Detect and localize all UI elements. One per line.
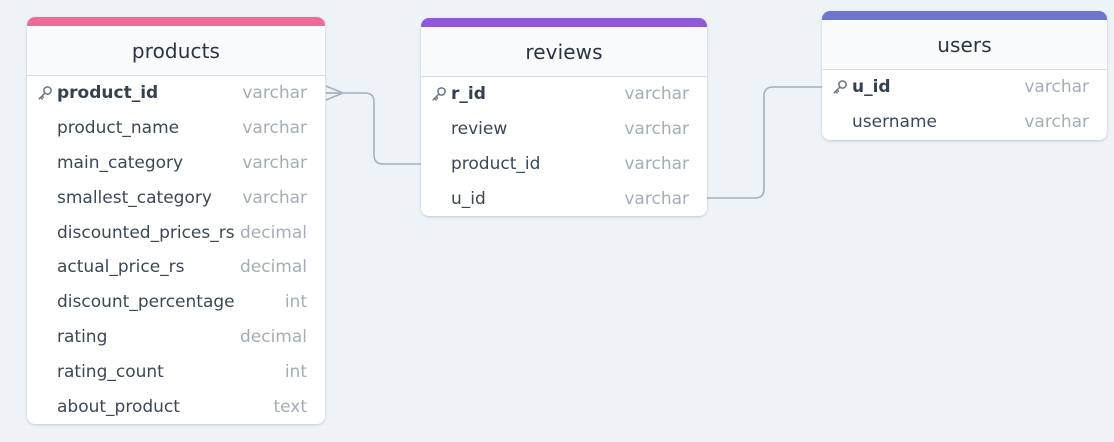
field-row-u-id[interactable]: u_id varchar <box>421 181 707 216</box>
field-row-discounted-prices-rs[interactable]: discounted_prices_rs decimal <box>27 215 325 250</box>
field-name: r_id <box>451 84 486 105</box>
field-name: product_id <box>451 153 541 174</box>
field-row-actual-price-rs[interactable]: actual_price_rs decimal <box>27 250 325 285</box>
field-type: varchar <box>1024 77 1089 98</box>
field-type: int <box>284 292 307 313</box>
diagram-canvas: products product_id varchar product_name va… <box>0 0 1114 442</box>
field-name: u_id <box>852 77 891 98</box>
field-row-product-name[interactable]: product_name varchar <box>27 111 325 146</box>
field-row-r-id[interactable]: r_id varchar <box>421 77 707 112</box>
table-title[interactable]: products <box>27 26 325 76</box>
field-name: rating <box>57 326 108 347</box>
field-name: username <box>852 112 937 133</box>
field-type: varchar <box>1024 112 1089 133</box>
table-title[interactable]: reviews <box>421 27 707 77</box>
table-products[interactable]: products product_id varchar product_name va… <box>27 17 325 424</box>
table-title[interactable]: users <box>822 20 1107 70</box>
field-type: varchar <box>242 152 307 173</box>
field-row-rating-count[interactable]: rating_count int <box>27 354 325 389</box>
primary-key-icon <box>37 85 53 101</box>
field-row-username[interactable]: username varchar <box>822 105 1107 140</box>
relationship-line-reviews-products[interactable] <box>326 92 421 165</box>
field-name: actual_price_rs <box>57 257 185 278</box>
field-type: varchar <box>242 83 307 104</box>
field-row-rating[interactable]: rating decimal <box>27 320 325 355</box>
field-type: decimal <box>239 222 307 243</box>
field-type: varchar <box>624 153 689 174</box>
field-row-product-id[interactable]: product_id varchar <box>421 147 707 182</box>
field-list: u_id varchar username varchar <box>822 70 1107 140</box>
field-type: decimal <box>239 326 307 347</box>
field-type: varchar <box>242 118 307 139</box>
field-name: discount_percentage <box>57 292 235 313</box>
field-type: decimal <box>239 257 307 278</box>
field-list: r_id varchar review varchar product_id varcha… <box>421 77 707 216</box>
table-accent-bar <box>421 18 707 27</box>
field-name: main_category <box>57 152 184 173</box>
field-type: varchar <box>242 187 307 208</box>
field-name: smallest_category <box>57 187 212 208</box>
field-type: int <box>284 361 307 382</box>
field-name: rating_count <box>57 361 164 382</box>
field-list: product_id varchar product_name varchar main… <box>27 76 325 424</box>
field-name: discounted_prices_rs <box>57 222 235 243</box>
field-type: text <box>273 396 307 417</box>
field-row-review[interactable]: review varchar <box>421 112 707 147</box>
table-reviews[interactable]: reviews r_id varchar review varchar product_… <box>421 18 707 217</box>
field-type: varchar <box>624 119 689 140</box>
primary-key-icon <box>431 86 447 102</box>
field-name: product_id <box>57 83 159 104</box>
table-users[interactable]: users u_id varchar username varchar <box>822 11 1107 140</box>
field-row-main-category[interactable]: main_category varchar <box>27 146 325 181</box>
field-type: varchar <box>624 188 689 209</box>
table-accent-bar <box>822 11 1107 20</box>
field-name: product_name <box>57 118 180 139</box>
primary-key-icon <box>832 79 848 95</box>
field-name: review <box>451 119 508 140</box>
field-name: u_id <box>451 188 486 209</box>
crows-foot-icon <box>325 85 344 101</box>
field-name: about_product <box>57 396 180 417</box>
field-row-smallest-category[interactable]: smallest_category varchar <box>27 180 325 215</box>
field-row-about-product[interactable]: about_product text <box>27 389 325 424</box>
field-row-product-id[interactable]: product_id varchar <box>27 76 325 111</box>
relationship-line-reviews-users[interactable] <box>707 86 822 199</box>
field-row-discount-percentage[interactable]: discount_percentage int <box>27 285 325 320</box>
field-row-u-id[interactable]: u_id varchar <box>822 70 1107 105</box>
field-type: varchar <box>624 84 689 105</box>
table-accent-bar <box>27 17 325 26</box>
